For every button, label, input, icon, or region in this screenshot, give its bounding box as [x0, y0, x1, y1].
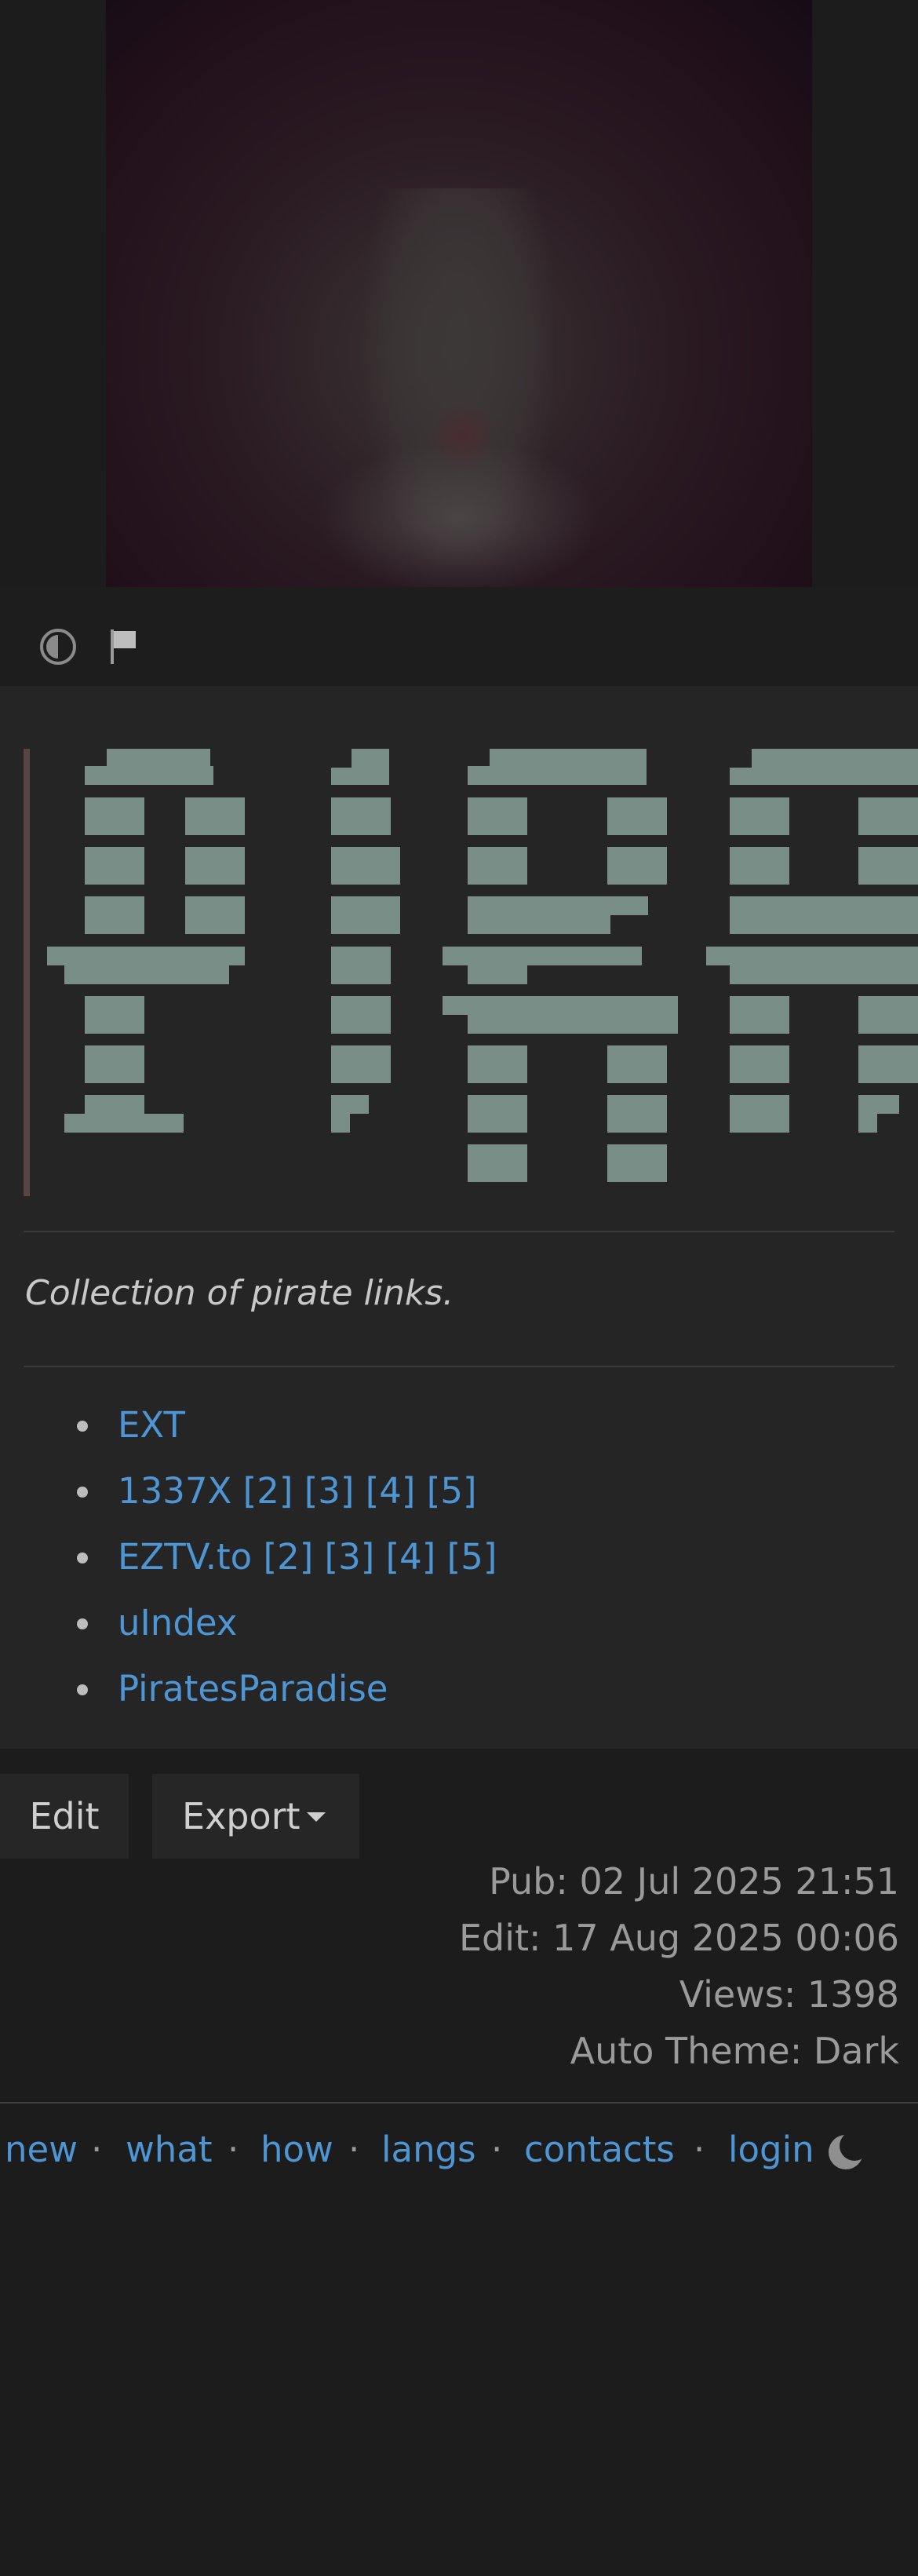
- banner-block: [185, 797, 245, 835]
- footer-link-how[interactable]: how: [260, 2129, 333, 2170]
- banner-block: [468, 965, 527, 984]
- banner-block: [331, 996, 391, 1034]
- banner-block: [468, 1015, 678, 1034]
- banner-block: [85, 797, 144, 835]
- ascii-banner: [24, 749, 918, 1196]
- banner-block: [331, 797, 391, 835]
- header-image: [106, 0, 812, 587]
- banner-block: [85, 766, 213, 785]
- banner-block: [730, 996, 789, 1034]
- banner-block: [107, 749, 210, 766]
- banner-block: [730, 896, 918, 934]
- post-description: Collection of pirate links.: [25, 1273, 454, 1313]
- banner-block: [47, 947, 245, 965]
- banner-block: [468, 797, 527, 835]
- banner-block: [331, 847, 400, 885]
- link-piratesparadise[interactable]: PiratesParadise: [118, 1656, 388, 1722]
- banner-block: [331, 1095, 369, 1114]
- banner-block: [490, 749, 647, 785]
- footer-link-login[interactable]: login: [728, 2129, 814, 2170]
- link-uindex[interactable]: uIndex: [118, 1590, 237, 1656]
- banner-block: [730, 797, 789, 835]
- banner-block: [607, 1095, 667, 1133]
- link-eztv[interactable]: EZTV.to [2] [3] [4] [5]: [118, 1524, 497, 1590]
- banner-block: [352, 749, 389, 768]
- banner-block: [468, 766, 499, 785]
- banner-block: [64, 965, 229, 984]
- banner-block: [468, 847, 527, 885]
- banner-block: [752, 749, 918, 768]
- divider: [24, 1366, 894, 1367]
- banner-block: [331, 1045, 391, 1083]
- caret-down-icon: [306, 1812, 326, 1822]
- published-date: Pub: 02 Jul 2025 21:51: [489, 1860, 899, 1903]
- banner-block: [607, 847, 667, 885]
- banner-block: [468, 915, 610, 934]
- banner-block: [730, 965, 918, 984]
- banner-block: [331, 896, 400, 934]
- footer-separator: ·: [91, 2129, 103, 2170]
- flag-icon[interactable]: [107, 626, 148, 667]
- footer-link-contacts[interactable]: contacts: [524, 2129, 675, 2170]
- moon-icon[interactable]: [825, 2131, 869, 2173]
- footer-separator: ·: [491, 2129, 503, 2170]
- banner-block: [858, 1114, 877, 1133]
- banner-block: [185, 847, 245, 885]
- footer-divider: [0, 2102, 918, 2103]
- banner-block: [468, 1144, 527, 1182]
- banner-block: [607, 797, 667, 835]
- banner-block: [331, 1114, 350, 1133]
- edit-button[interactable]: Edit: [0, 1774, 129, 1859]
- banner-block: [730, 847, 789, 885]
- footer-link-new[interactable]: new: [5, 2129, 78, 2170]
- banner-block: [858, 847, 918, 885]
- post-card: Collection of pirate links. EXT 1337X [2…: [0, 686, 918, 1749]
- edited-date: Edit: 17 Aug 2025 00:06: [458, 1917, 899, 1959]
- export-button[interactable]: Export: [152, 1774, 359, 1859]
- banner-block: [858, 996, 918, 1034]
- banner-block: [858, 1045, 918, 1083]
- banner-block: [706, 947, 918, 965]
- banner-block: [858, 1095, 899, 1114]
- banner-block: [331, 947, 391, 984]
- view-count: Views: 1398: [679, 1973, 899, 2016]
- quote-bar: [24, 749, 30, 1196]
- banner-block: [85, 996, 144, 1034]
- banner-block: [443, 996, 678, 1015]
- footer-separator: ·: [694, 2129, 705, 2170]
- banner-block: [730, 1045, 789, 1083]
- footer-link-langs[interactable]: langs: [381, 2129, 476, 2170]
- banner-block: [858, 797, 918, 835]
- banner-block: [443, 947, 642, 965]
- theme-status: Auto Theme: Dark: [570, 2030, 899, 2072]
- banner-block: [468, 1045, 527, 1083]
- footer-separator: ·: [348, 2129, 360, 2170]
- link-ext[interactable]: EXT: [118, 1392, 185, 1458]
- banner-block: [85, 1095, 144, 1114]
- contrast-icon[interactable]: [38, 626, 78, 667]
- divider: [24, 1231, 894, 1232]
- banner-block: [607, 1045, 667, 1083]
- banner-block: [85, 896, 144, 934]
- banner-block: [730, 768, 918, 785]
- banner-block: [468, 1095, 527, 1133]
- banner-block: [331, 768, 389, 785]
- export-label: Export: [182, 1795, 301, 1837]
- link-1337x[interactable]: 1337X [2] [3] [4] [5]: [118, 1458, 477, 1524]
- banner-block: [468, 896, 648, 915]
- footer-separator: ·: [228, 2129, 239, 2170]
- footer-link-what[interactable]: what: [126, 2129, 213, 2170]
- post-toolbar: [0, 587, 918, 686]
- banner-block: [85, 1045, 144, 1083]
- banner-block: [730, 1095, 789, 1133]
- banner-block: [64, 1114, 184, 1133]
- banner-art: [47, 749, 918, 1182]
- banner-block: [607, 1144, 667, 1182]
- banner-block: [185, 896, 245, 934]
- banner-block: [85, 847, 144, 885]
